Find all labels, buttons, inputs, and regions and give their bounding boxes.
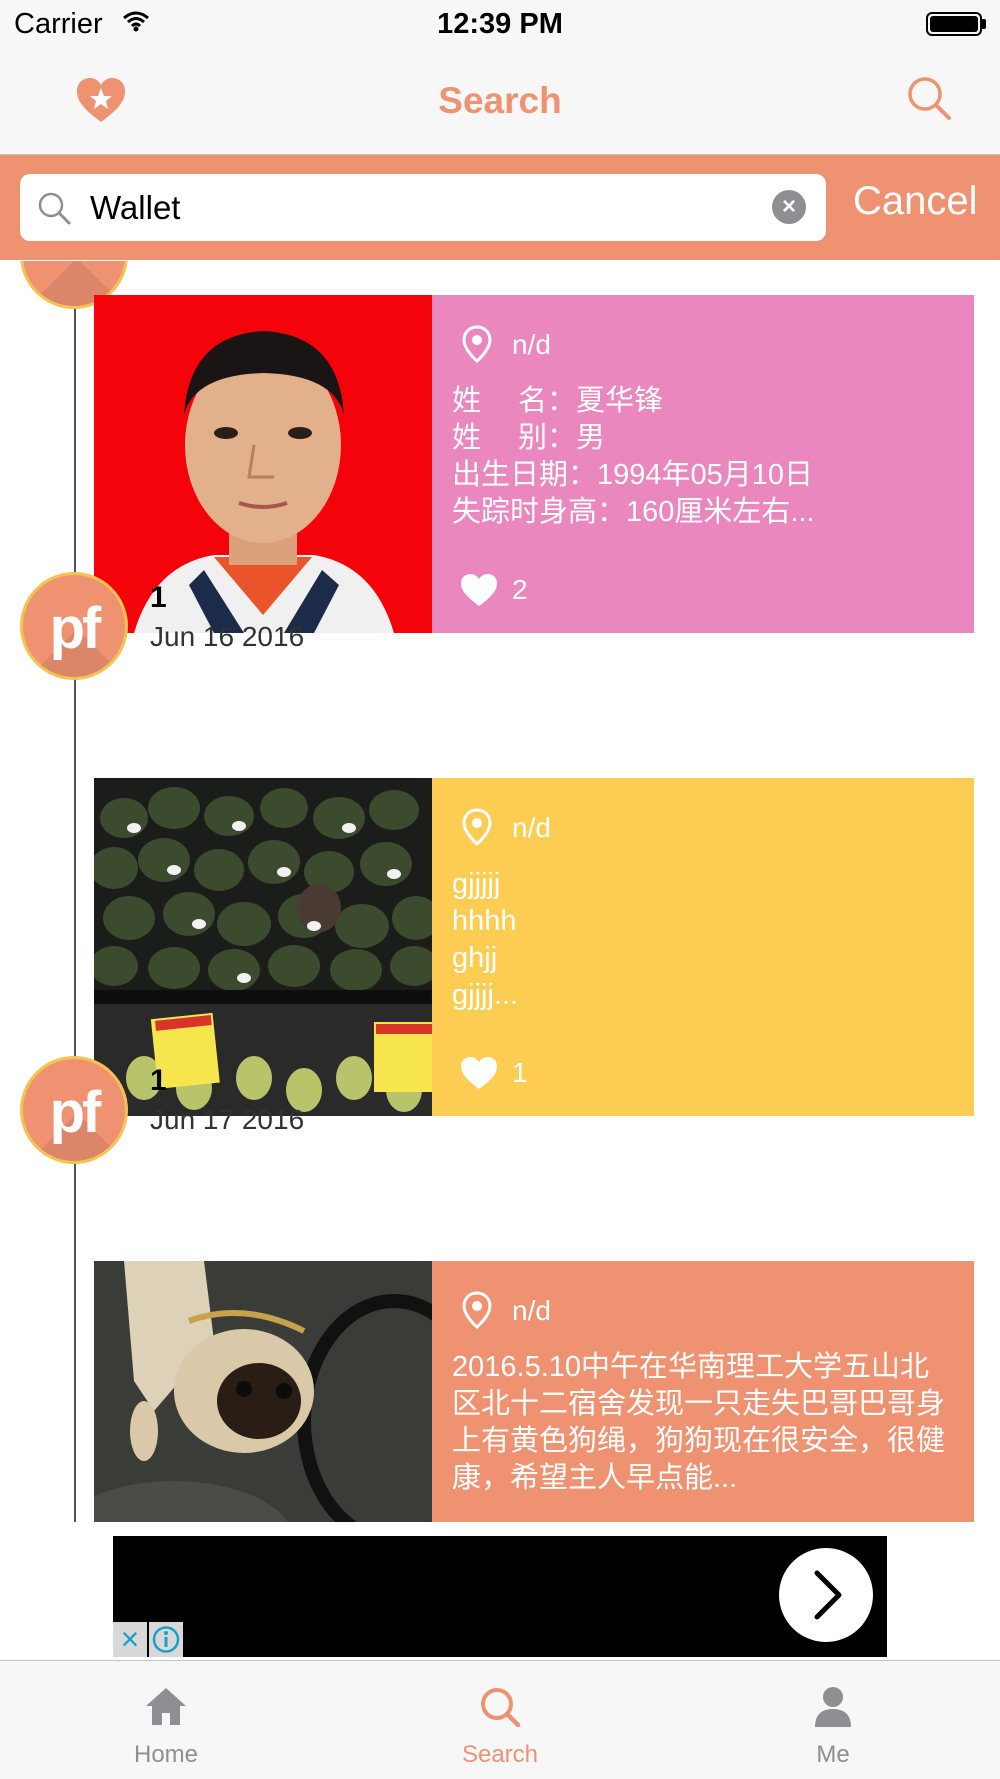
heart-icon [461,1057,497,1089]
tab-home[interactable]: Home [66,1661,266,1779]
location-pin-icon [462,1291,492,1334]
status-time: 12:39 PM [437,8,563,40]
location-pin-icon [462,325,492,368]
search-icon[interactable] [905,74,953,127]
post-author: 1 [150,581,167,614]
tab-label: Search [461,1741,539,1768]
like-count: 2 [512,574,528,605]
home-icon [66,1685,266,1732]
like-button[interactable]: 1 [460,1056,528,1090]
post-description: 2016.5.10中午在华南理工大学五山北区北十二宿舍发现一只走失巴哥巴哥身上有… [452,1351,946,1494]
battery-icon [926,12,982,36]
post-card[interactable]: n/d gjjjjj hhhh ghjj gjjjj... 1 [94,778,974,1116]
post-info-panel: n/d 姓 名：夏华锋 姓 别：男 出生日期：1994年05月10日 失踪时身高… [432,295,974,633]
post-author: 1 [150,1064,167,1097]
post-description: gjjjjj hhhh ghjj gjjjj... [452,868,519,1011]
missing-person-photo [94,295,432,633]
tab-label: Me [816,1741,850,1768]
like-count: 1 [512,1057,528,1088]
author-avatar[interactable]: pf [20,1056,128,1164]
avatar-initials: pf [49,1080,102,1145]
location-text: n/d [512,1295,551,1326]
post-info-panel: n/d 2016.5.10中午在华南理工大学五山北区北十二宿舍发现一只走失巴哥巴… [432,1261,974,1522]
tab-label: Home [133,1741,199,1768]
ad-banner[interactable]: × [113,1536,887,1657]
post-date: Jun 17 2016 [150,1104,305,1135]
status-bar: Carrier 12:39 PM [0,0,1000,50]
post-description: 姓 名：夏华锋 姓 别：男 出生日期：1994年05月10日 失踪时身高：160… [452,385,815,528]
post-card[interactable]: n/d 2016.5.10中午在华南理工大学五山北区北十二宿舍发现一只走失巴哥巴… [94,1261,974,1522]
post-info-panel: n/d gjjjjj hhhh ghjj gjjjj... 1 [432,778,974,1116]
avatar-initials: pf [49,596,102,661]
cancel-button[interactable]: Cancel [853,179,978,224]
pug-photo [94,1261,432,1522]
results-feed[interactable]: n/d 姓 名：夏华锋 姓 别：男 出生日期：1994年05月10日 失踪时身高… [0,261,1000,1522]
search-icon [400,1685,600,1734]
avocado-photo [94,778,432,1116]
location-pin-icon [462,808,492,851]
navigation-bar: Search [0,50,1000,155]
post-date: Jun 16 2016 [150,621,305,652]
like-button[interactable]: 2 [460,573,528,607]
tab-me[interactable]: Me [733,1661,933,1779]
ad-close-icon[interactable]: × [113,1622,147,1657]
clear-icon[interactable]: × [772,190,806,224]
search-bar: × Cancel [0,155,1000,260]
chevron-right-icon [814,1570,842,1620]
tab-bar: Home Search Me [0,1660,1000,1779]
tab-search[interactable]: Search [400,1661,600,1779]
author-avatar[interactable]: pf [20,572,128,680]
page-title: Search [438,80,562,121]
search-input[interactable] [90,184,750,232]
ad-next-button[interactable] [779,1548,873,1642]
location-text: n/d [512,329,551,360]
magnifier-icon [36,190,72,231]
location-text: n/d [512,812,551,843]
person-icon [733,1685,933,1734]
search-field[interactable]: × [20,174,826,241]
heart-icon [461,574,497,606]
battery-cap [982,19,986,29]
ad-info-icon[interactable] [149,1622,183,1657]
post-card[interactable]: n/d 姓 名：夏华锋 姓 别：男 出生日期：1994年05月10日 失踪时身高… [94,295,974,633]
timeline-line [74,261,76,1522]
